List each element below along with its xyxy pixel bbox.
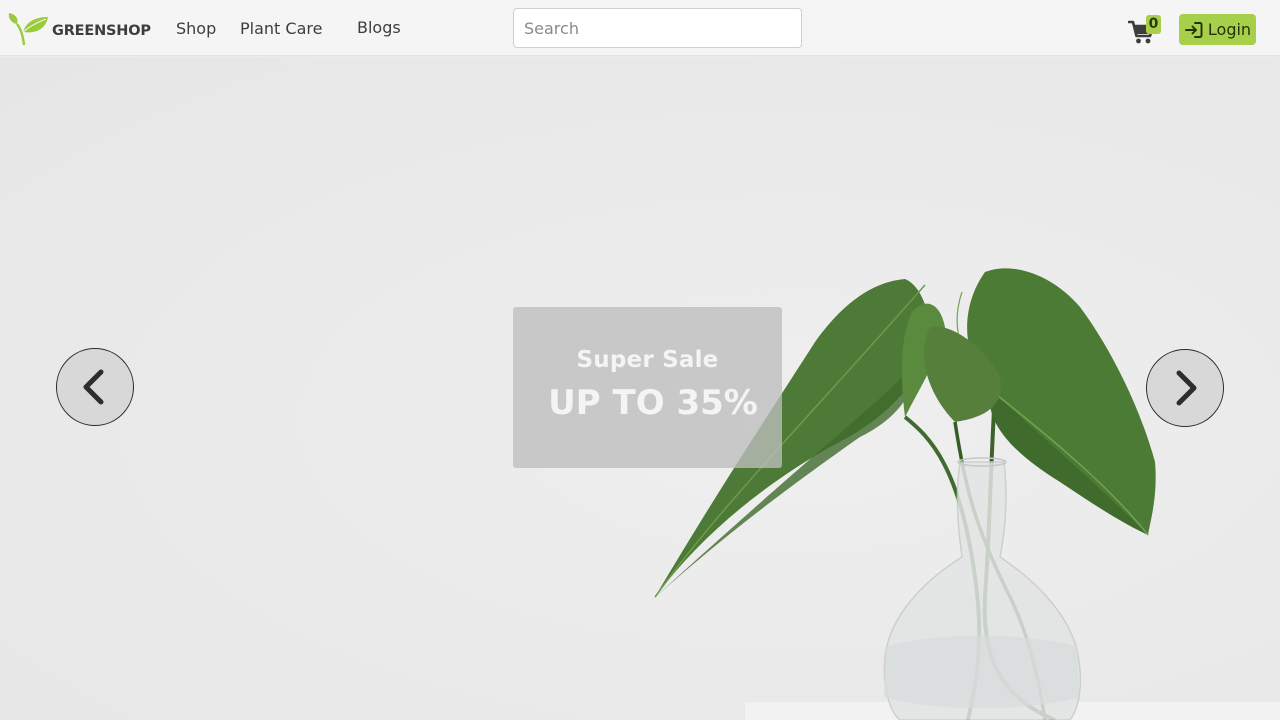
chevron-left-icon <box>83 369 104 405</box>
nav-link-plant-care[interactable]: Plant Care <box>240 19 322 39</box>
brand-logo-link[interactable]: GREENSHOP <box>8 12 151 46</box>
sale-banner: Super Sale UP TO 35% <box>513 307 782 468</box>
top-navbar: GREENSHOP Shop Plant Care Blogs 0 Login <box>0 0 1280 56</box>
search-input[interactable] <box>513 8 802 48</box>
nav-link-shop[interactable]: Shop <box>176 19 216 39</box>
carousel-prev-button[interactable] <box>56 348 134 426</box>
sale-title: Super Sale <box>576 347 719 373</box>
carousel-next-button[interactable] <box>1146 349 1224 427</box>
sale-discount: UP TO 35% <box>548 383 758 423</box>
chevron-right-icon <box>1176 370 1197 406</box>
brand-name: GREENSHOP <box>52 23 151 39</box>
cart-count-badge: 0 <box>1146 15 1161 34</box>
login-icon <box>1184 21 1203 38</box>
login-button[interactable]: Login <box>1179 14 1256 45</box>
login-label: Login <box>1207 20 1252 39</box>
nav-link-blogs[interactable]: Blogs <box>357 18 401 38</box>
leaf-icon <box>8 13 48 46</box>
hero-carousel: Super Sale UP TO 35% <box>0 57 1280 720</box>
